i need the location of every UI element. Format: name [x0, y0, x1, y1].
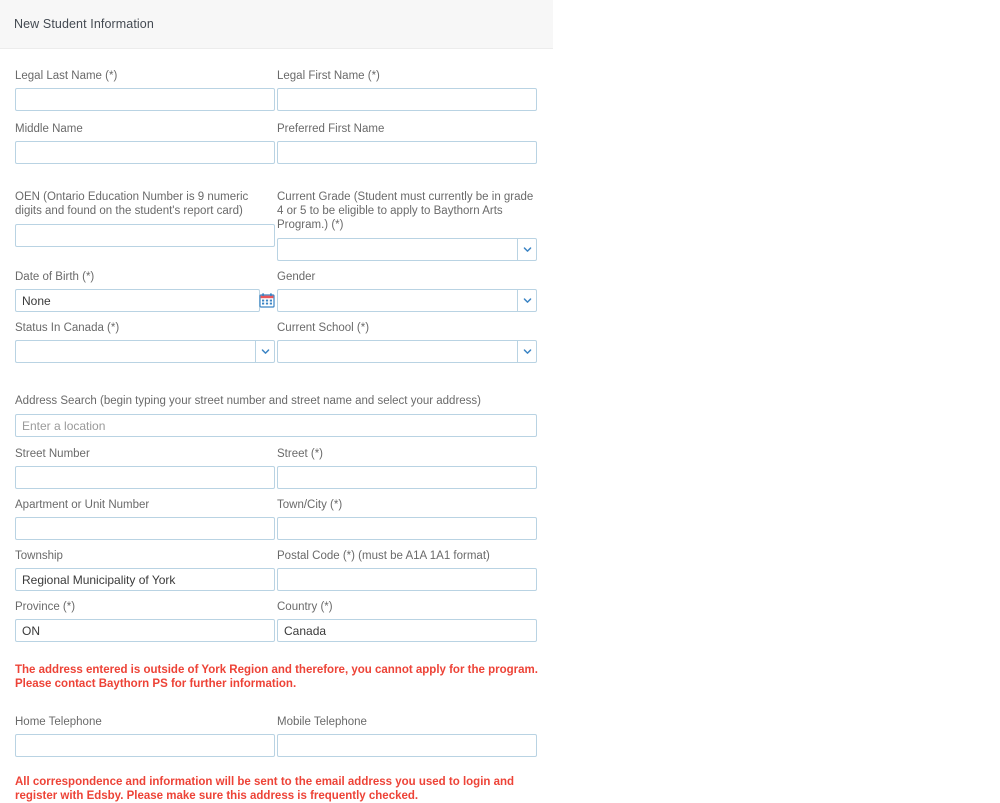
field-postal-code: Postal Code (*) (must be A1A 1A1 format) [276, 549, 537, 591]
field-street: Street (*) [276, 447, 537, 489]
field-status-in-canada: Status In Canada (*) [15, 321, 276, 363]
field-current-grade: Current Grade (Student must currently be… [276, 190, 537, 261]
field-current-school: Current School (*) [276, 321, 537, 363]
legal-first-name-label: Legal First Name (*) [277, 70, 380, 82]
field-address-search: Address Search (begin typing your street… [15, 394, 538, 437]
preferred-first-name-input[interactable] [277, 141, 537, 164]
form-row-street: Street Number Street (*) [15, 447, 538, 489]
chevron-down-icon [523, 298, 531, 303]
field-country: Country (*) [276, 600, 537, 642]
current-school-dropdown-button[interactable] [517, 340, 537, 363]
gender-value[interactable] [277, 289, 517, 312]
current-school-select[interactable] [277, 340, 537, 363]
field-middle-name: Middle Name [15, 122, 276, 164]
mobile-telephone-label: Mobile Telephone [277, 716, 367, 728]
field-province: Province (*) [15, 600, 276, 642]
status-in-canada-value[interactable] [15, 340, 255, 363]
address-error-message: The address entered is outside of York R… [15, 664, 538, 690]
street-input[interactable] [277, 466, 537, 489]
middle-name-label: Middle Name [15, 123, 83, 135]
country-label: Country (*) [277, 601, 333, 613]
oen-label: OEN (Ontario Education Number is 9 numer… [15, 191, 249, 217]
town-city-label: Town/City (*) [277, 499, 343, 511]
current-grade-dropdown-button[interactable] [517, 238, 537, 261]
field-legal-first-name: Legal First Name (*) [276, 69, 537, 111]
township-input[interactable] [15, 568, 275, 591]
gender-dropdown-button[interactable] [517, 289, 537, 312]
date-of-birth-control[interactable] [15, 289, 275, 312]
legal-last-name-input[interactable] [15, 88, 275, 111]
home-telephone-input[interactable] [15, 734, 275, 757]
address-search-input[interactable] [15, 414, 537, 437]
home-telephone-label: Home Telephone [15, 716, 102, 728]
form-row-dob-gender: Date of Birth (*) None Gender [15, 270, 538, 312]
legal-last-name-label: Legal Last Name (*) [15, 70, 118, 82]
street-number-label: Street Number [15, 448, 90, 460]
postal-code-label: Postal Code (*) (must be A1A 1A1 format) [277, 550, 490, 562]
new-student-information-form: Legal Last Name (*) Legal First Name (*)… [0, 49, 553, 803]
email-notice-message: All correspondence and information will … [15, 776, 515, 802]
gender-label: Gender [277, 271, 316, 283]
date-of-birth-input[interactable] [15, 289, 260, 312]
form-row-apartment-city: Apartment or Unit Number Town/City (*) [15, 498, 538, 540]
oen-input[interactable] [15, 224, 275, 247]
status-in-canada-select[interactable] [15, 340, 275, 363]
form-row-telephones: Home Telephone Mobile Telephone [15, 715, 538, 757]
current-grade-value[interactable] [277, 238, 517, 261]
street-number-input[interactable] [15, 466, 275, 489]
apartment-or-unit-number-label: Apartment or Unit Number [15, 499, 150, 511]
field-apartment-or-unit-number: Apartment or Unit Number [15, 498, 276, 540]
legal-first-name-input[interactable] [277, 88, 537, 111]
field-township: Township [15, 549, 276, 591]
street-label: Street (*) [277, 448, 324, 460]
postal-code-input[interactable] [277, 568, 537, 591]
field-town-city: Town/City (*) [276, 498, 537, 540]
mobile-telephone-input[interactable] [277, 734, 537, 757]
status-in-canada-label: Status In Canada (*) [15, 322, 120, 334]
field-date-of-birth: Date of Birth (*) [15, 270, 276, 312]
middle-name-input[interactable] [15, 141, 275, 164]
panel-header: New Student Information [0, 0, 553, 49]
country-input[interactable] [277, 619, 537, 642]
form-row-status-school: Status In Canada (*) Current School (*) [15, 321, 538, 363]
chevron-down-icon [261, 349, 269, 354]
address-search-label: Address Search (begin typing your street… [15, 395, 481, 407]
calendar-icon[interactable] [259, 292, 275, 308]
page-title: New Student Information [14, 17, 154, 31]
field-home-telephone: Home Telephone [15, 715, 276, 757]
field-legal-last-name: Legal Last Name (*) [15, 69, 276, 111]
chevron-down-icon [523, 349, 531, 354]
form-row-province-country: Province (*) Country (*) [15, 600, 538, 642]
province-input[interactable] [15, 619, 275, 642]
date-of-birth-label: Date of Birth (*) [15, 271, 95, 283]
province-label: Province (*) [15, 601, 76, 613]
township-label: Township [15, 550, 63, 562]
field-gender: Gender [276, 270, 537, 312]
apartment-or-unit-number-input[interactable] [15, 517, 275, 540]
current-school-label: Current School (*) [277, 322, 370, 334]
preferred-first-name-label: Preferred First Name [277, 123, 385, 135]
chevron-down-icon [523, 247, 531, 252]
field-preferred-first-name: Preferred First Name [276, 122, 537, 164]
field-mobile-telephone: Mobile Telephone [276, 715, 537, 757]
current-school-value[interactable] [277, 340, 517, 363]
form-row-township-postal: Township Postal Code (*) (must be A1A 1A… [15, 549, 538, 591]
form-row-names: Legal Last Name (*) Legal First Name (*) [15, 69, 538, 111]
form-row-oen-grade: OEN (Ontario Education Number is 9 numer… [15, 190, 538, 261]
field-oen: OEN (Ontario Education Number is 9 numer… [15, 190, 276, 261]
status-in-canada-dropdown-button[interactable] [255, 340, 275, 363]
form-row-middle-preferred: Middle Name Preferred First Name [15, 122, 538, 164]
gender-select[interactable] [277, 289, 537, 312]
current-grade-select[interactable] [277, 238, 537, 261]
town-city-input[interactable] [277, 517, 537, 540]
field-street-number: Street Number [15, 447, 276, 489]
current-grade-label: Current Grade (Student must currently be… [277, 191, 534, 231]
